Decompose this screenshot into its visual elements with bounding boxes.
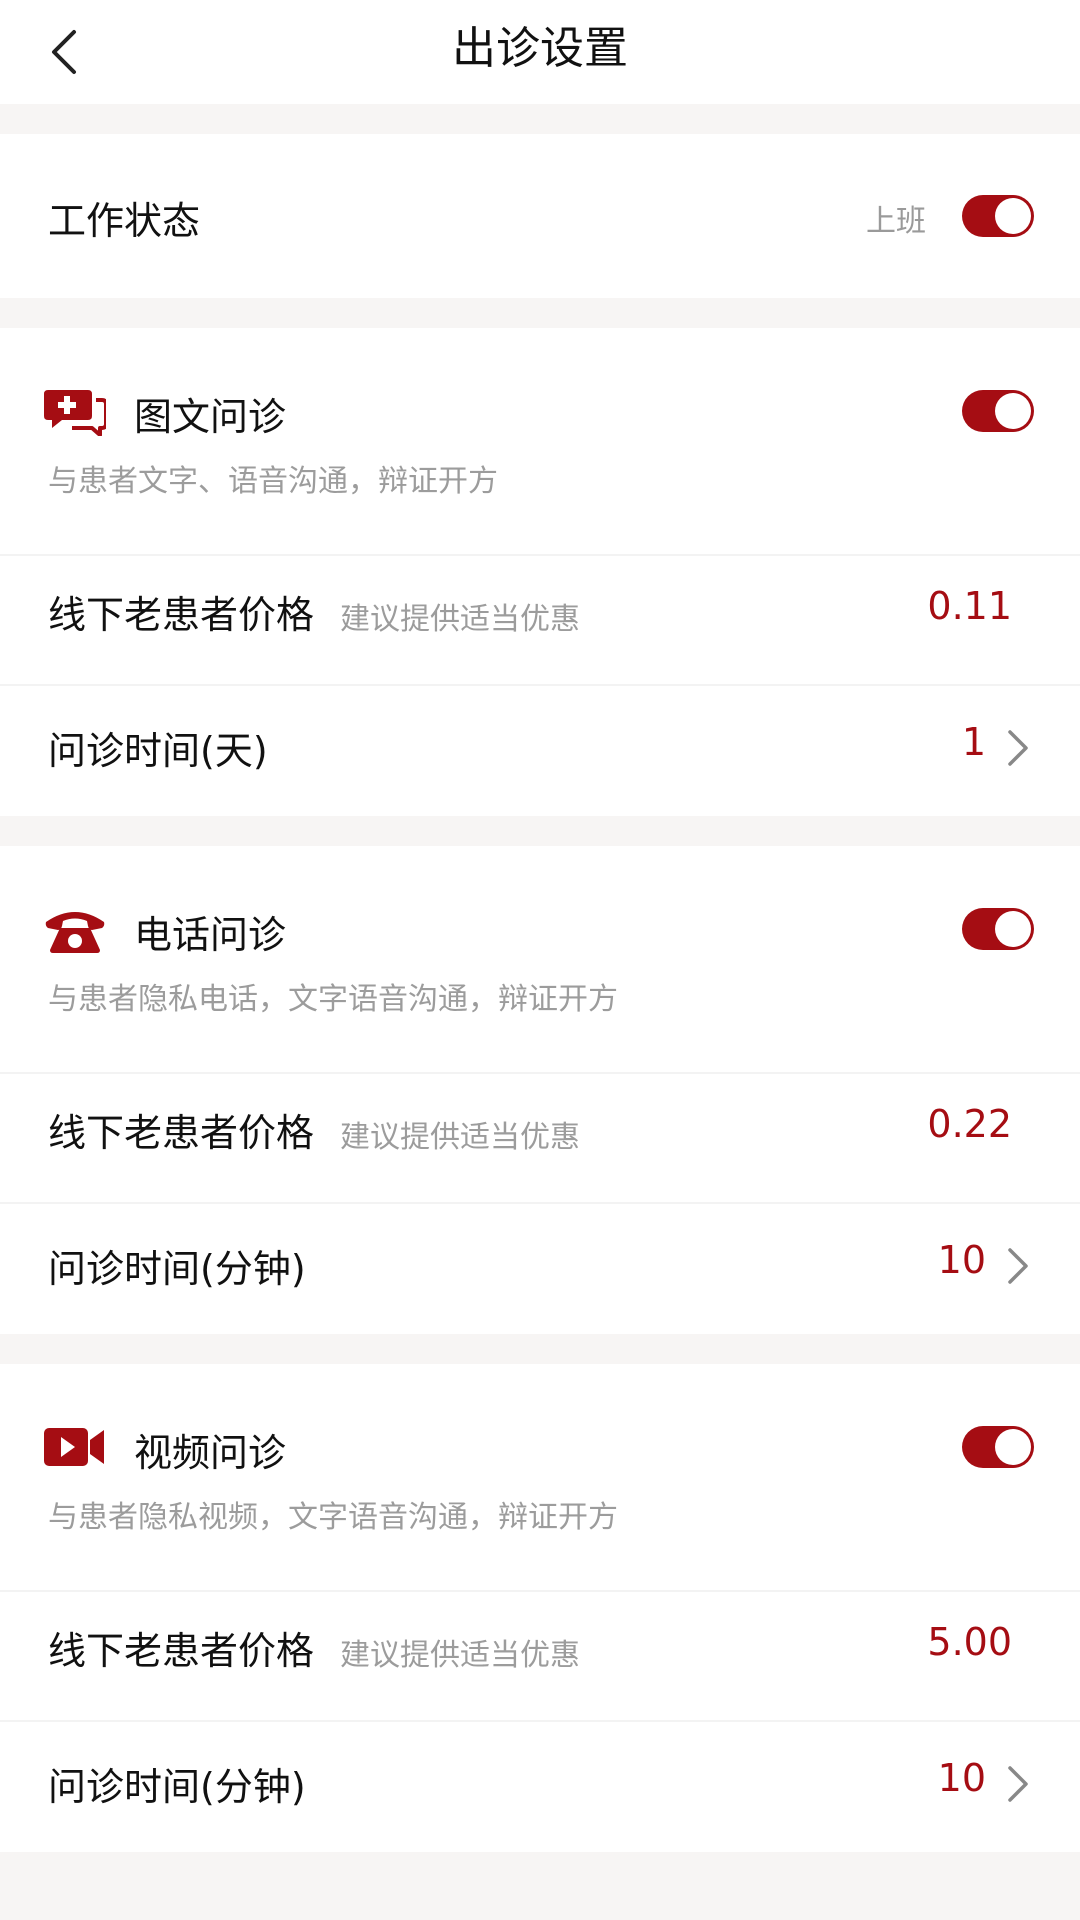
time-value: 1: [961, 720, 986, 764]
price-hint: 建议提供适当优惠: [340, 602, 580, 637]
section-description: 与患者文字、语音沟通，辩证开方: [48, 464, 498, 499]
divider: [0, 554, 1080, 556]
price-label: 线下老患者价格: [48, 1111, 315, 1155]
divider: [0, 1590, 1080, 1592]
telephone-icon: [45, 912, 105, 953]
text-consultation-section: 图文问诊 与患者文字、语音沟通，辩证开方 线下老患者价格 建议提供适当优惠 0.…: [0, 328, 1080, 816]
work-status-toggle[interactable]: [962, 195, 1034, 237]
chat-medical-icon: [44, 390, 106, 436]
phone-consultation-section: 电话问诊 与患者隐私电话，文字语音沟通，辩证开方 线下老患者价格 建议提供适当优…: [0, 846, 1080, 1334]
toggle-knob: [995, 1429, 1031, 1465]
section-title: 视频问诊: [134, 1431, 287, 1475]
top-nav-bar: 出诊设置: [0, 0, 1080, 104]
consultation-settings-page: 出诊设置 工作状态 上班 图文问诊 与患者文字、语音沟通，辩证开方 线下老患者价…: [0, 0, 1080, 1920]
section-title: 电话问诊: [134, 913, 287, 957]
divider: [0, 1720, 1080, 1722]
work-status-label: 工作状态: [48, 199, 201, 243]
chevron-right-icon: [1008, 730, 1028, 766]
video-consultation-toggle[interactable]: [962, 1426, 1034, 1468]
time-value: 10: [937, 1238, 986, 1282]
time-value: 10: [937, 1756, 986, 1800]
price-value[interactable]: 0.22: [927, 1102, 1012, 1146]
section-title: 图文问诊: [134, 395, 287, 439]
section-description: 与患者隐私电话，文字语音沟通，辩证开方: [48, 982, 618, 1017]
consultation-time-row[interactable]: 问诊时间(天) 1: [0, 694, 1080, 804]
price-hint: 建议提供适当优惠: [340, 1120, 580, 1155]
text-consultation-toggle[interactable]: [962, 390, 1034, 432]
consultation-time-row[interactable]: 问诊时间(分钟) 10: [0, 1212, 1080, 1322]
divider: [0, 1072, 1080, 1074]
toggle-knob: [995, 393, 1031, 429]
price-value[interactable]: 5.00: [927, 1620, 1012, 1664]
divider: [0, 1202, 1080, 1204]
price-value[interactable]: 0.11: [927, 584, 1012, 628]
time-label: 问诊时间(分钟): [48, 1247, 306, 1291]
consultation-time-row[interactable]: 问诊时间(分钟) 10: [0, 1730, 1080, 1840]
work-status-text: 上班: [866, 204, 926, 239]
price-hint: 建议提供适当优惠: [340, 1638, 580, 1673]
toggle-knob: [995, 198, 1031, 234]
toggle-knob: [995, 911, 1031, 947]
video-consultation-section: 视频问诊 与患者隐私视频，文字语音沟通，辩证开方 线下老患者价格 建议提供适当优…: [0, 1364, 1080, 1852]
page-title: 出诊设置: [452, 23, 628, 74]
chevron-right-icon: [1008, 1766, 1028, 1802]
time-label: 问诊时间(天): [48, 729, 268, 773]
phone-consultation-toggle[interactable]: [962, 908, 1034, 950]
video-camera-icon: [44, 1428, 104, 1466]
price-label: 线下老患者价格: [48, 1629, 315, 1673]
divider: [0, 684, 1080, 686]
time-label: 问诊时间(分钟): [48, 1765, 306, 1809]
section-description: 与患者隐私视频，文字语音沟通，辩证开方: [48, 1500, 618, 1535]
chevron-right-icon: [1008, 1248, 1028, 1284]
work-status-card: 工作状态 上班: [0, 134, 1080, 298]
price-label: 线下老患者价格: [48, 593, 315, 637]
